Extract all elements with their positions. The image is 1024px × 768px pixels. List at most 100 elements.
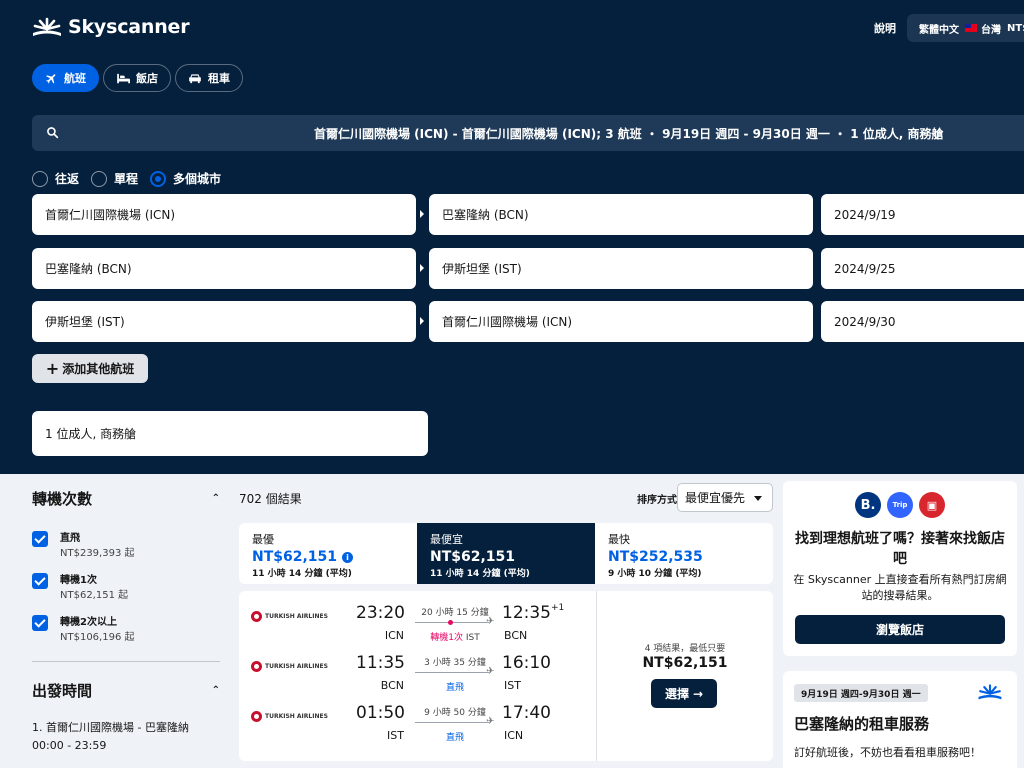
airline-name: TURKISH AIRLINES: [265, 612, 328, 620]
day-offset: +1: [551, 603, 565, 613]
stops-option-one-stop[interactable]: 轉機1次 NT$62,151 起: [32, 573, 220, 603]
leg-1-from-input[interactable]: 首爾仁川國際機場 (ICN): [32, 194, 416, 235]
option-label: 轉機1次: [60, 575, 97, 586]
sort-value: 最便宜優先: [685, 491, 746, 505]
locale-selector[interactable]: 繁體中文 台灣 NT$: [907, 14, 1024, 42]
radio-button-selected[interactable]: [150, 170, 167, 187]
browse-hotels-button[interactable]: 瀏覽飯店: [795, 615, 1005, 644]
booking-logo-icon: B.: [855, 492, 881, 518]
departure-airport: IST: [387, 729, 404, 742]
car-hire-title: 巴塞隆納的租車服務: [794, 715, 930, 733]
stop-airport: IST: [465, 633, 480, 643]
departure-filter-header[interactable]: 出發時間 ⌃: [32, 680, 220, 701]
sort-tab-title: 最快: [608, 533, 630, 546]
option-price: NT$106,196 起: [60, 632, 135, 643]
leg-1-date-input[interactable]: 2024/9/19: [821, 194, 1024, 235]
departure-airport: ICN: [384, 629, 404, 642]
hotel-promo-text: 在 Skyscanner 上直接查看所有熱門訂房網站的搜尋結果。: [793, 573, 1007, 602]
option-price: NT$62,151 起: [60, 590, 129, 601]
airline-logo: TURKISH AIRLINES: [251, 611, 328, 622]
leg-3-from-input[interactable]: 伊斯坦堡 (IST): [32, 301, 416, 342]
departure-filter-title: 出發時間: [32, 682, 93, 700]
taiwan-flag-icon: [965, 24, 977, 32]
departure-airport: BCN: [380, 679, 404, 692]
sort-tab-duration: 11 小時 14 分鐘 (平均): [430, 569, 530, 579]
sunburst-logo-icon: [33, 17, 61, 36]
sort-tab-duration: 11 小時 14 分鐘 (平均): [252, 569, 352, 579]
chevron-up-icon[interactable]: ⌃: [212, 493, 220, 504]
search-summary-text: 首爾仁川國際機場 (ICN) - 首爾仁川國際機場 (ICN); 3 航班 ・ …: [314, 127, 944, 141]
turkish-airlines-logo-icon: [251, 711, 262, 722]
search-header: Skyscanner 說明 繁體中文 台灣 NT$ 航班 飯店 租車 首爾仁川國…: [0, 0, 1024, 474]
itinerary-leg: TURKISH AIRLINES 23:20 ICN 20 小時 15 分鐘 ✈…: [239, 603, 596, 651]
checkbox-checked[interactable]: [32, 531, 48, 547]
itinerary-leg: TURKISH AIRLINES 01:50 IST 9 小時 50 分鐘 ✈ …: [239, 703, 596, 751]
checkbox-checked[interactable]: [32, 573, 48, 589]
leg-2-date-input[interactable]: 2024/9/25: [821, 248, 1024, 289]
chevron-up-icon[interactable]: ⌃: [212, 685, 220, 696]
stops-option-two-plus[interactable]: 轉機2次以上 NT$106,196 起: [32, 615, 220, 645]
travellers-cabin-input[interactable]: 1 位成人, 商務艙: [32, 411, 428, 456]
stops-info: 直飛: [445, 683, 464, 693]
route-line: [415, 722, 489, 723]
sort-tab-fastest[interactable]: 最快 NT$252,535 9 小時 10 分鐘 (平均): [595, 523, 773, 584]
flight-duration: 9 小時 50 分鐘: [424, 708, 486, 718]
bed-icon: [117, 73, 130, 84]
leg-1-to-input[interactable]: 巴塞隆納 (BCN): [429, 194, 813, 235]
trip-type-one-way[interactable]: 單程: [91, 170, 138, 187]
sort-tab-price: NT$62,151: [252, 549, 338, 565]
departure-time: 11:35: [356, 653, 405, 673]
help-link[interactable]: 說明: [874, 20, 896, 36]
trip-type-multi-city[interactable]: 多個城市: [150, 170, 221, 187]
car-hire-promo-card[interactable]: 9月19日 週四-9月30日 週一 巴塞隆納的租車服務 訂好航班後，不妨也看看租…: [783, 671, 1017, 768]
plane-icon: ✈: [486, 666, 495, 677]
select-label: 選擇: [664, 687, 689, 701]
country-label: 台灣: [981, 24, 1001, 36]
route-line: [415, 672, 489, 673]
plane-icon: ✈: [486, 716, 495, 727]
result-price: NT$62,151: [642, 655, 728, 671]
sort-tab-best[interactable]: 最優 NT$62,151 i 11 小時 14 分鐘 (平均): [239, 523, 417, 584]
sort-tab-price: NT$252,535: [608, 549, 703, 565]
tab-car-hire[interactable]: 租車: [175, 64, 243, 92]
trip-type-return[interactable]: 往返: [32, 170, 79, 187]
info-icon[interactable]: i: [342, 551, 354, 563]
sort-select[interactable]: 最便宜優先: [677, 483, 773, 512]
add-flight-label: 添加其他航班: [62, 362, 135, 376]
stop-dot: [448, 620, 453, 625]
arrival-time-value: 12:35: [502, 603, 551, 623]
arrival-time: 16:10: [502, 653, 551, 673]
airline-name: TURKISH AIRLINES: [265, 662, 328, 670]
leg-2-from-input[interactable]: 巴塞隆納 (BCN): [32, 248, 416, 289]
car-hire-text: 訂好航班後，不妨也看看租車服務吧！: [794, 746, 981, 759]
radio-button[interactable]: [32, 170, 48, 187]
result-card[interactable]: TURKISH AIRLINES 23:20 ICN 20 小時 15 分鐘 ✈…: [239, 591, 773, 761]
plus-icon: +: [45, 358, 60, 378]
hotel-promo-card: B. Trip ▣ 找到理想航班了嗎？接著來找飯店吧 在 Skyscanner …: [783, 481, 1017, 656]
sort-tab-title: 最便宜: [430, 533, 463, 546]
departure-time: 01:50: [356, 703, 405, 723]
leg-3-date-input[interactable]: 2024/9/30: [821, 301, 1024, 342]
tab-flights[interactable]: 航班: [32, 64, 99, 92]
trip-logo-icon: Trip: [887, 492, 913, 518]
stops-filter-header[interactable]: 轉機次數 ⌃: [32, 488, 220, 509]
arrival-airport: IST: [504, 679, 521, 692]
radio-button[interactable]: [91, 170, 108, 187]
stops-filter-title: 轉機次數: [32, 490, 93, 508]
stops-info: 轉機1次 IST: [415, 630, 495, 643]
agoda-logo-icon: ▣: [919, 492, 945, 518]
flight-duration: 3 小時 35 分鐘: [424, 658, 486, 668]
airline-name: TURKISH AIRLINES: [265, 712, 328, 720]
add-flight-button[interactable]: + 添加其他航班: [32, 354, 148, 383]
airline-logo: TURKISH AIRLINES: [251, 661, 328, 672]
checkbox-checked[interactable]: [32, 615, 48, 631]
leg-2-to-input[interactable]: 伊斯坦堡 (IST): [429, 248, 813, 289]
option-label: 轉機2次以上: [60, 617, 117, 628]
tab-hotels[interactable]: 飯店: [103, 64, 171, 92]
stops-option-direct[interactable]: 直飛 NT$239,393 起: [32, 531, 220, 561]
search-summary-bar[interactable]: 首爾仁川國際機場 (ICN) - 首爾仁川國際機場 (ICN); 3 航班 ・ …: [32, 115, 1024, 151]
leg-3-to-input[interactable]: 首爾仁川國際機場 (ICN): [429, 301, 813, 342]
select-button[interactable]: 選擇 →: [651, 679, 717, 708]
sort-tab-cheapest[interactable]: 最便宜 NT$62,151 11 小時 14 分鐘 (平均): [417, 523, 595, 584]
skyscanner-logo[interactable]: Skyscanner: [32, 16, 190, 38]
